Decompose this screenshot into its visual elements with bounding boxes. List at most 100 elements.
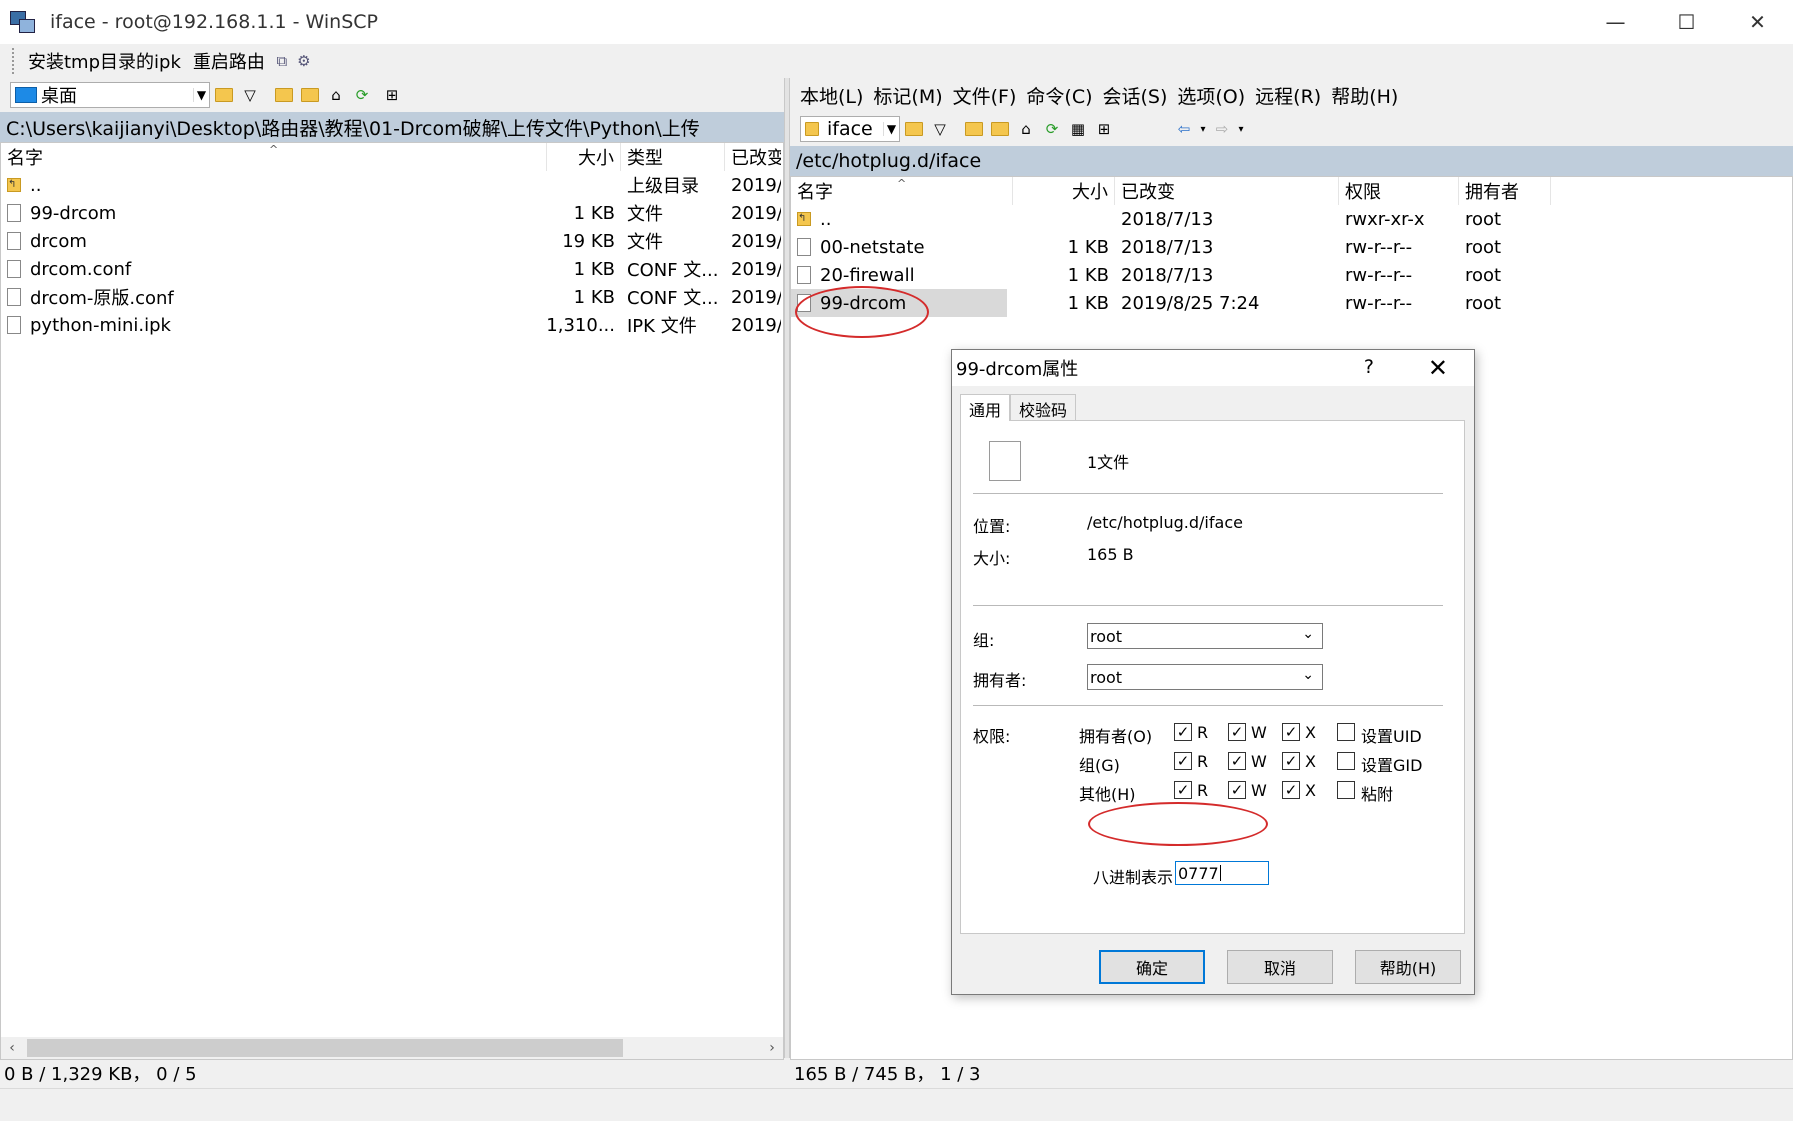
owner-select[interactable]: root ⌄ [1087, 664, 1323, 690]
local-file-list[interactable]: 名字 大小 类型 已改变 ^ ↰.. 上级目录 2019/99-drcom 1 KB 文… [0, 142, 784, 1060]
checkbox-others-w[interactable]: ✓ [1228, 781, 1246, 799]
restart-router-button[interactable]: 重启路由 [187, 46, 271, 76]
menu-mark[interactable]: 标记(M) [873, 82, 942, 109]
chevron-down-icon[interactable]: ▼ [883, 122, 899, 136]
local-file-row[interactable]: python-mini.ipk 1,310... IPK 文件 2019/ [1, 311, 783, 339]
filter-icon[interactable]: ▽ [928, 117, 952, 141]
menu-files[interactable]: 文件(F) [953, 82, 1017, 109]
cancel-button[interactable]: 取消 [1227, 950, 1333, 984]
remote-file-row[interactable]: 99-drcom 1 KB 2019/8/25 7:24 rw-r--r-- root [791, 289, 1792, 317]
horizontal-scrollbar[interactable]: ‹ › [1, 1037, 783, 1059]
file-changed: 2019/ [731, 230, 781, 252]
checkbox-others-x[interactable]: ✓ [1282, 781, 1300, 799]
local-path[interactable]: C:\Users\kaijianyi\Desktop\路由器\教程\01-Drc… [0, 112, 784, 142]
filter-icon[interactable]: ▽ [238, 83, 262, 107]
file-rights: rwxr-xr-x [1345, 208, 1425, 230]
checkbox-others-r[interactable]: ✓ [1174, 781, 1192, 799]
properties-dialog: 99-drcom属性 ? ✕ 通用 校验码 1文件 位置: /etc/hotpl… [951, 349, 1475, 995]
root-folder-icon[interactable] [988, 117, 1012, 141]
checkbox-group-x[interactable]: ✓ [1282, 752, 1300, 770]
checkbox-group-special[interactable] [1337, 752, 1355, 770]
file-icon [7, 204, 21, 222]
dialog-close-icon[interactable]: ✕ [1428, 354, 1448, 382]
checkbox-group-w[interactable]: ✓ [1228, 752, 1246, 770]
scroll-thumb[interactable] [27, 1039, 623, 1057]
parent-folder-icon[interactable] [962, 117, 986, 141]
file-changed: 2019/ [731, 286, 781, 308]
checkbox-owner-special[interactable] [1337, 723, 1355, 741]
checkbox-owner-w[interactable]: ✓ [1228, 723, 1246, 741]
remote-folder-select[interactable]: iface ▼ [800, 116, 900, 142]
local-file-row[interactable]: drcom-原版.conf 1 KB CONF 文... 2019/ [1, 283, 783, 311]
local-drive-select[interactable]: 桌面 ▼ [10, 82, 210, 108]
refresh-icon[interactable]: ⟳ [350, 83, 374, 107]
col-size[interactable]: 大小 [547, 143, 621, 171]
menu-commands[interactable]: 命令(C) [1026, 82, 1092, 109]
tree-icon[interactable]: ⊞ [380, 83, 404, 107]
settings-gear-icon[interactable]: ⚙ [293, 50, 315, 72]
open-folder-icon[interactable] [902, 117, 926, 141]
local-file-row[interactable]: drcom.conf 1 KB CONF 文... 2019/ [1, 255, 783, 283]
remote-file-row[interactable]: 00-netstate 1 KB 2018/7/13 rw-r--r-- root [791, 233, 1792, 261]
local-file-row[interactable]: drcom 19 KB 文件 2019/ [1, 227, 783, 255]
local-file-row[interactable]: ↰.. 上级目录 2019/ [1, 171, 783, 199]
title-bar: iface - root@192.168.1.1 - WinSCP — ☐ ✕ [0, 0, 1793, 44]
checkbox-group-r[interactable]: ✓ [1174, 752, 1192, 770]
custom-command-icon[interactable]: ⧉ [271, 50, 293, 72]
tab-common[interactable]: 通用 [960, 394, 1011, 421]
close-button[interactable]: ✕ [1722, 0, 1793, 44]
chevron-down-icon[interactable]: ⌄ [1302, 626, 1314, 642]
tree-icon[interactable]: ⊞ [1092, 117, 1116, 141]
toolbar-grip[interactable] [12, 48, 16, 74]
find-files-icon[interactable]: ▦ [1066, 117, 1090, 141]
home-icon[interactable]: ⌂ [1014, 117, 1038, 141]
group-select[interactable]: root ⌄ [1087, 623, 1323, 649]
checkbox-label: W [1251, 723, 1267, 742]
back-dropdown-icon[interactable]: ▾ [1198, 117, 1208, 141]
checkbox-label: R [1197, 781, 1209, 800]
col-owner[interactable]: 拥有者 [1459, 177, 1551, 205]
open-folder-icon[interactable] [212, 83, 236, 107]
menu-options[interactable]: 选项(O) [1177, 82, 1245, 109]
chevron-down-icon[interactable]: ⌄ [1302, 667, 1314, 683]
checkbox-owner-r[interactable]: ✓ [1174, 723, 1192, 741]
window-title: iface - root@192.168.1.1 - WinSCP [50, 11, 379, 33]
minimize-button[interactable]: — [1580, 0, 1651, 44]
file-type: CONF 文... [627, 288, 719, 309]
parent-folder-icon[interactable] [272, 83, 296, 107]
menu-local[interactable]: 本地(L) [800, 82, 863, 109]
maximize-button[interactable]: ☐ [1651, 0, 1722, 44]
col-type[interactable]: 类型 [621, 143, 725, 171]
tab-checksum[interactable]: 校验码 [1010, 394, 1077, 420]
remote-path[interactable]: /etc/hotplug.d/iface [790, 146, 1793, 176]
forward-arrow-icon[interactable]: ⇨ [1210, 117, 1234, 141]
ok-button[interactable]: 确定 [1099, 950, 1205, 984]
help-button[interactable]: 帮助(H) [1355, 950, 1461, 984]
scroll-left-icon[interactable]: ‹ [1, 1037, 23, 1059]
scroll-right-icon[interactable]: › [761, 1037, 783, 1059]
checkbox-others-special[interactable] [1337, 781, 1355, 799]
back-arrow-icon[interactable]: ⇦ [1172, 117, 1196, 141]
checkbox-owner-x[interactable]: ✓ [1282, 723, 1300, 741]
col-changed[interactable]: 已改变 [725, 143, 781, 171]
menu-remote[interactable]: 远程(R) [1255, 82, 1321, 109]
root-folder-icon[interactable] [298, 83, 322, 107]
winscp-icon [10, 9, 36, 35]
special-label: 粘附 [1361, 785, 1394, 804]
menu-help[interactable]: 帮助(H) [1331, 82, 1398, 109]
forward-dropdown-icon[interactable]: ▾ [1236, 117, 1246, 141]
refresh-icon[interactable]: ⟳ [1040, 117, 1064, 141]
remote-file-row[interactable]: 20-firewall 1 KB 2018/7/13 rw-r--r-- root [791, 261, 1792, 289]
octal-input[interactable]: 0777 [1175, 861, 1269, 885]
install-ipk-button[interactable]: 安装tmp目录的ipk [22, 46, 187, 76]
chevron-down-icon[interactable]: ▼ [193, 88, 209, 102]
file-name-cell: 99-drcom [1, 199, 547, 227]
col-rights[interactable]: 权限 [1339, 177, 1459, 205]
remote-file-row[interactable]: ↰.. 2018/7/13 rwxr-xr-x root [791, 205, 1792, 233]
local-file-row[interactable]: 99-drcom 1 KB 文件 2019/ [1, 199, 783, 227]
help-icon[interactable]: ? [1364, 356, 1374, 378]
menu-session[interactable]: 会话(S) [1103, 82, 1168, 109]
col-changed[interactable]: 已改变 [1115, 177, 1339, 205]
col-size[interactable]: 大小 [1013, 177, 1115, 205]
home-icon[interactable]: ⌂ [324, 83, 348, 107]
